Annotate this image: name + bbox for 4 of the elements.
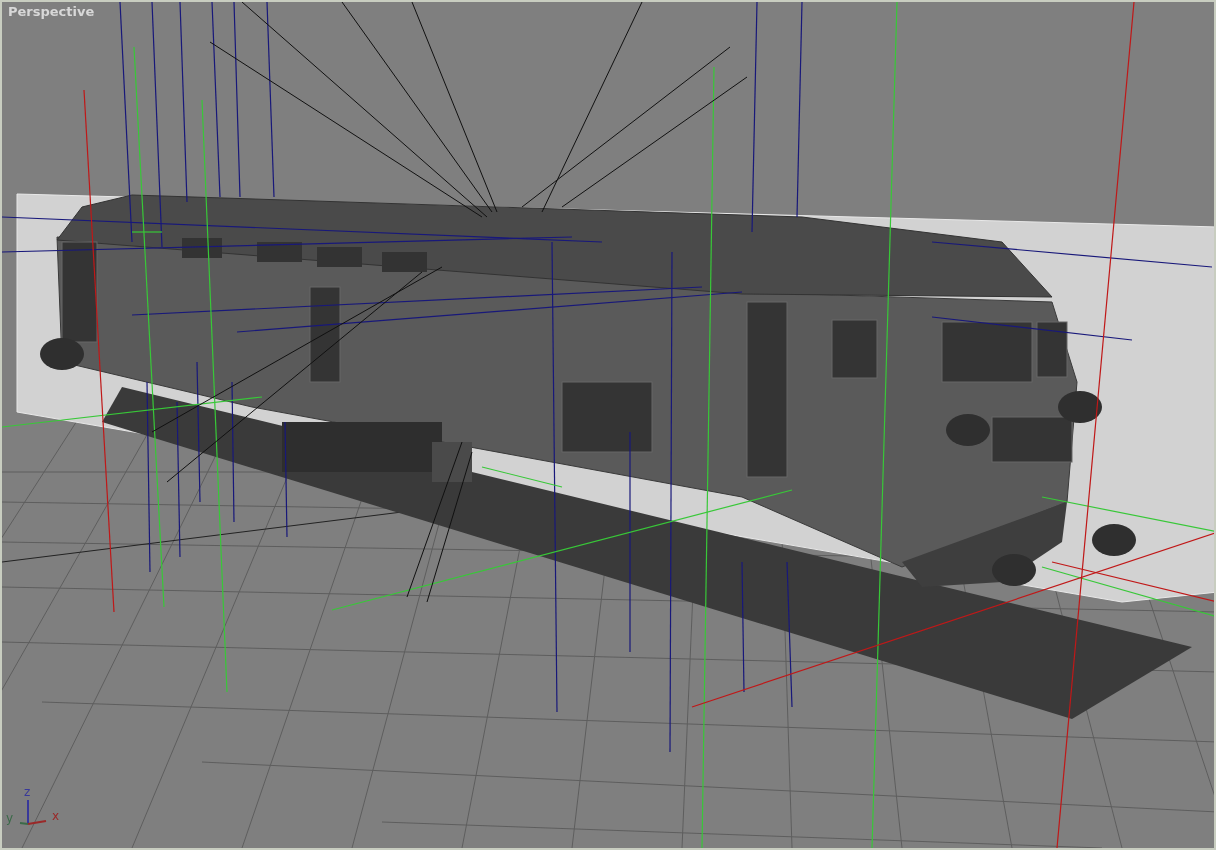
axis-label: z: [24, 785, 31, 799]
axis-label: x: [52, 809, 60, 823]
axis-label: y: [6, 811, 14, 825]
viewport-label[interactable]: Perspective: [8, 4, 95, 19]
